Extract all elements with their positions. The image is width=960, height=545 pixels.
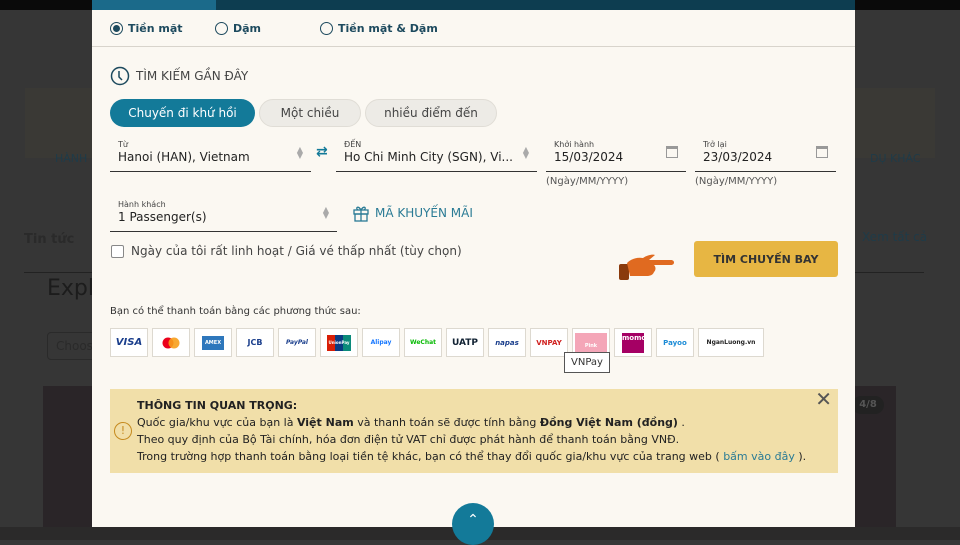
flight-search-modal: Tiền mặt Dặm Tiền mặt & Dặm TÌM KIẾM GẦN… [92,10,855,545]
unionpay-logo: UnionPay [320,328,358,357]
tab-round-trip[interactable]: Chuyến đi khứ hồi [110,99,255,127]
return-hint: (Ngày/MM/YYYY) [695,176,778,187]
from-label: Từ [118,140,128,149]
promo-code-link[interactable]: MÃ KHUYẾN MÃI [352,204,473,222]
depart-label: Khởi hành [554,140,595,149]
important-notice: ! THÔNG TIN QUAN TRỌNG: Quốc gia/khu vực… [110,389,838,473]
uatp-logo: UATP [446,328,484,357]
return-label: Trở lại [703,140,727,149]
flexible-label: Ngày của tôi rất linh hoạt / Giá vé thấp… [131,244,462,258]
chevron-up-icon: ⌃ [467,512,479,528]
fare-type-group: Tiền mặt Dặm Tiền mặt & Dặm [110,22,438,35]
checkbox[interactable] [111,244,124,258]
depart-value: 15/03/2024 [554,150,624,164]
mastercard-logo [152,328,190,357]
notice-line-1: Quốc gia/khu vực của bạn là Việt Nam và … [137,416,685,429]
swap-icon[interactable]: ⇄ [316,144,328,160]
bg-see-all: Xem tất cả [862,230,928,244]
depart-date-field[interactable]: Khởi hành 15/03/2024 [546,138,686,172]
to-field[interactable]: ĐẾN Ho Chi Minh City (SGN), Vi... ▲ ▼ [336,138,537,172]
promo-label: MÃ KHUYẾN MÃI [375,206,473,220]
sort-arrows-icon: ▲ ▼ [296,145,303,160]
radio-icon[interactable] [320,22,333,35]
calendar-icon[interactable] [816,146,828,158]
amex-logo-text: AMEX [202,335,224,350]
to-label: ĐẾN [344,140,362,149]
passengers-field[interactable]: Hành khách 1 Passenger(s) ▲ ▼ [110,198,337,232]
vnpay-logo[interactable]: VNPAY [530,328,568,357]
notice-title: THÔNG TIN QUAN TRỌNG: [137,399,298,412]
clock-icon [110,66,130,86]
from-field[interactable]: Từ Hanoi (HAN), Vietnam ▲ ▼ [110,138,311,172]
search-flights-button[interactable]: TÌM CHUYẾN BAY [694,241,838,277]
change-region-link[interactable]: bấm vào đây [723,450,795,463]
bg-service-left: HÀNH [55,152,88,165]
momo-logo: momo [614,328,652,357]
passengers-label: Hành khách [118,200,166,209]
bg-image [43,386,93,540]
nganluong-logo: NganLuong.vn [698,328,764,357]
bg-service-right: DỤ KHÁC [870,152,921,165]
amex-logo: AMEX [194,328,232,357]
payment-methods-label: Bạn có thể thanh toán bằng các phương th… [110,306,361,317]
unionpay-logo-text: UnionPay [327,334,351,351]
radio-label: Dặm [233,22,262,35]
radio-label: Tiền mặt & Dặm [338,22,438,35]
flexible-dates-checkbox[interactable]: Ngày của tôi rất linh hoạt / Giá vé thấp… [111,244,462,258]
return-value: 23/03/2024 [703,150,773,164]
recent-search[interactable]: TÌM KIẾM GẦN ĐÂY [110,66,248,86]
close-icon[interactable]: ✕ [815,389,832,409]
warning-icon: ! [114,422,132,440]
radio-cash[interactable]: Tiền mặt [110,22,215,35]
pointing-hand-icon [619,254,674,280]
radio-cash-miles[interactable]: Tiền mặt & Dặm [320,22,438,35]
payoo-logo: Payoo [656,328,694,357]
napas-logo: napas [488,328,526,357]
radio-label: Tiền mặt [128,22,183,35]
passengers-value: 1 Passenger(s) [118,210,207,224]
depart-hint: (Ngày/MM/YYYY) [546,176,629,187]
calendar-icon[interactable] [666,146,678,158]
sort-arrows-icon: ▲ ▼ [322,205,329,220]
paypal-logo: PayPal [278,328,316,357]
to-value: Ho Chi Minh City (SGN), Vi... [344,150,513,164]
visa-logo: VISA [110,328,148,357]
notice-line-3: Trong trường hợp thanh toán bằng loại ti… [137,450,807,463]
radio-icon[interactable] [110,22,123,35]
notice-line-2: Theo quy định của Bộ Tài chính, hóa đơn … [137,433,680,446]
wechat-logo: WeChat [404,328,442,357]
jcb-logo: JCB [236,328,274,357]
alipay-logo: Alipay [362,328,400,357]
tab-multi-city[interactable]: nhiều điểm đến [365,99,497,127]
collapse-button[interactable]: ⌃ [452,503,494,545]
divider [92,46,855,47]
return-date-field[interactable]: Trở lại 23/03/2024 [695,138,836,172]
bg-slide-badge: 4/8 [852,396,884,414]
payment-methods: VISA AMEX JCB PayPal UnionPay Alipay WeC… [110,328,764,357]
vnpay-tooltip: VNPay [564,352,610,373]
bg-news: Tin tức [24,232,75,247]
from-value: Hanoi (HAN), Vietnam [118,150,250,164]
modal-header [92,0,855,10]
tab-one-way[interactable]: Một chiều [259,99,361,127]
sort-arrows-icon: ▲ ▼ [522,145,529,160]
radio-miles[interactable]: Dặm [215,22,320,35]
gift-icon [353,206,369,222]
pink-wallet-logo-text: Pink [575,332,607,353]
recent-search-label: TÌM KIẾM GẦN ĐÂY [136,69,249,83]
radio-icon[interactable] [215,22,228,35]
